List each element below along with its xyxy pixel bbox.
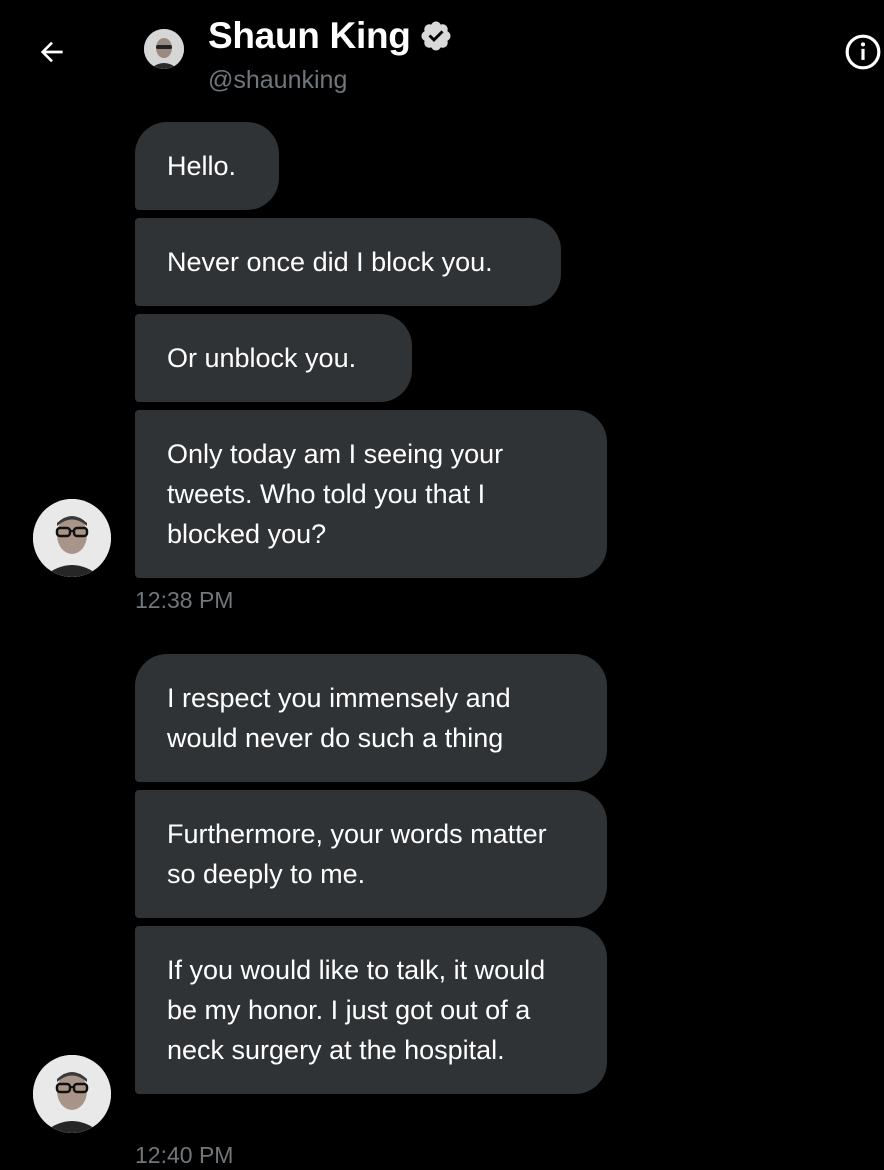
message-text: If you would like to talk, it would be m… [167, 955, 546, 1065]
sender-avatar[interactable] [33, 499, 111, 577]
message-bubble[interactable]: I respect you immensely and would never … [135, 654, 607, 782]
message-bubble[interactable]: Only today am I seeing your tweets. Who … [135, 410, 607, 578]
message-text: Only today am I seeing your tweets. Who … [167, 439, 504, 549]
arrow-left-icon [40, 41, 63, 63]
message-timestamp: 12:40 PM [135, 1142, 234, 1168]
dm-conversation: Shaun King @shaunking Hello. Never once … [0, 0, 884, 1170]
sender-avatar[interactable] [33, 1055, 111, 1133]
header-name-row[interactable]: Shaun King [208, 14, 453, 58]
message-bubble[interactable]: Furthermore, your words matter so deeply… [135, 790, 607, 918]
message-bubble[interactable]: Never once did I block you. [135, 218, 561, 306]
message-text: I respect you immensely and would never … [167, 683, 511, 753]
message-bubble[interactable]: If you would like to talk, it would be m… [135, 926, 607, 1094]
verified-badge-icon [421, 21, 451, 51]
back-button[interactable] [28, 28, 76, 76]
info-icon [845, 34, 881, 70]
message-text: Never once did I block you. [167, 247, 493, 277]
header-avatar[interactable] [144, 29, 184, 69]
contact-name: Shaun King [208, 15, 411, 56]
message-text: Furthermore, your words matter so deeply… [167, 819, 547, 889]
info-button[interactable] [844, 33, 882, 71]
contact-handle: @shaunking [208, 66, 348, 94]
message-text: Hello. [167, 151, 237, 181]
message-text: Or unblock you. [167, 343, 357, 373]
message-bubble[interactable]: Or unblock you. [135, 314, 412, 402]
message-bubble[interactable]: Hello. [135, 122, 279, 210]
message-timestamp: 12:38 PM [135, 587, 234, 613]
